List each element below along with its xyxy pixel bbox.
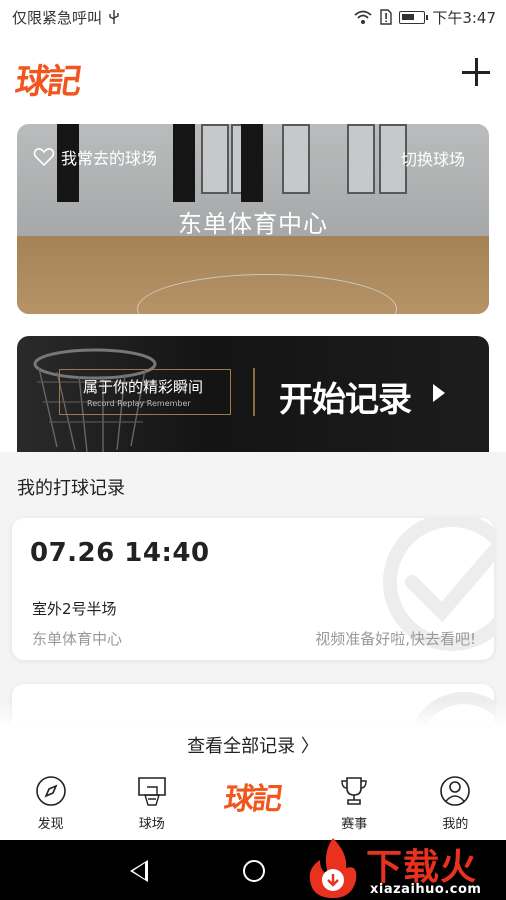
slogan-subtext: Record Replay Remember bbox=[87, 399, 191, 408]
play-arrow-icon bbox=[433, 384, 445, 402]
tab-discover[interactable]: 发现 bbox=[0, 770, 101, 840]
status-right: 下午3:47 bbox=[353, 7, 496, 28]
heart-icon bbox=[33, 148, 55, 167]
hoop-icon bbox=[137, 777, 166, 806]
header: 球記 bbox=[0, 34, 506, 120]
favorite-court-label: 我常去的球场 bbox=[61, 149, 158, 168]
records-section-title: 我的打球记录 bbox=[17, 478, 125, 499]
carrier-text: 仅限紧急呼叫 bbox=[12, 8, 103, 27]
tab-profile[interactable]: 我的 bbox=[405, 770, 506, 840]
app-logo: 球記 bbox=[12, 62, 83, 102]
sim-alert-icon bbox=[380, 9, 393, 25]
record-time: 07.26 14:40 bbox=[30, 538, 210, 568]
record-venue: 室外2号半场 bbox=[32, 600, 117, 618]
switch-court-button[interactable]: 切换球场 bbox=[401, 146, 465, 170]
wifi-icon bbox=[354, 10, 372, 24]
record-card[interactable]: 07.26 14:40 室外2号半场 东单体育中心 视频准备好啦,快去看吧! bbox=[12, 518, 494, 660]
tab-events[interactable]: 赛事 bbox=[304, 770, 405, 840]
record-center: 东单体育中心 bbox=[32, 630, 123, 648]
flame-logo-icon bbox=[309, 838, 357, 898]
tab-label: 赛事 bbox=[341, 817, 368, 832]
trophy-icon bbox=[341, 777, 367, 805]
tab-label: 我的 bbox=[442, 817, 469, 832]
watermark-url: xiazaihuo.com bbox=[370, 882, 482, 897]
start-record-banner[interactable]: 属于你的精彩瞬间 Record Replay Remember 开始记录 bbox=[17, 336, 489, 452]
favorite-court-row: 我常去的球场 bbox=[33, 145, 157, 169]
usb-icon bbox=[109, 10, 119, 24]
tab-home[interactable]: 球記 bbox=[202, 770, 303, 840]
court-name: 东单体育中心 bbox=[178, 210, 328, 238]
battery-icon bbox=[399, 10, 429, 24]
tab-bar: 发现 球场 球記 赛事 我的 bbox=[0, 770, 506, 840]
banner-divider bbox=[253, 368, 255, 416]
status-bar: 仅限紧急呼叫 下午3:47 bbox=[0, 0, 506, 34]
favorite-court-card[interactable]: 我常去的球场 切换球场 东单体育中心 bbox=[17, 124, 489, 314]
view-all-records-link[interactable]: 查看全部记录 〉 bbox=[0, 732, 506, 758]
tab-label: 球场 bbox=[138, 817, 165, 832]
status-time: 下午3:47 bbox=[432, 8, 496, 27]
compass-icon bbox=[35, 776, 66, 806]
home-icon[interactable] bbox=[243, 860, 265, 882]
profile-icon bbox=[440, 776, 471, 806]
tab-courts[interactable]: 球场 bbox=[101, 770, 202, 840]
slogan-text: 属于你的精彩瞬间 bbox=[83, 378, 204, 396]
tab-label: 发现 bbox=[37, 817, 64, 832]
start-record-label[interactable]: 开始记录 bbox=[279, 372, 412, 421]
add-button[interactable] bbox=[462, 58, 490, 86]
back-icon[interactable] bbox=[130, 860, 148, 882]
status-left: 仅限紧急呼叫 bbox=[12, 7, 120, 28]
record-status: 视频准备好啦,快去看吧! bbox=[315, 630, 476, 648]
tab-logo: 球記 bbox=[222, 782, 283, 817]
site-watermark: 下载火 xiazaihuo.com bbox=[300, 832, 506, 900]
